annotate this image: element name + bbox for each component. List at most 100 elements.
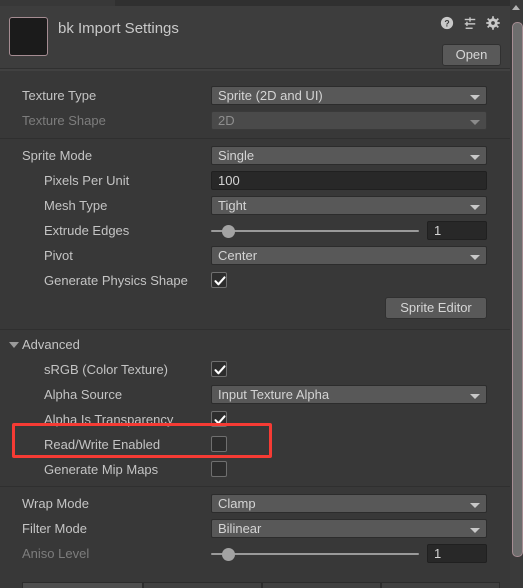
texture-preview-thumbnail[interactable] — [9, 17, 48, 56]
gear-icon[interactable] — [486, 16, 500, 30]
dropdown-mesh-type-value: Tight — [218, 198, 247, 213]
label-texture-shape: Texture Shape — [22, 113, 106, 128]
scroll-up-arrow-icon[interactable] — [512, 5, 520, 10]
row-filter-mode: Filter Mode Bilinear — [0, 518, 510, 540]
row-mesh-type: Mesh Type Tight — [0, 195, 510, 217]
label-mesh-type: Mesh Type — [44, 198, 108, 213]
row-alpha-source: Alpha Source Input Texture Alpha — [0, 384, 510, 406]
vertical-scrollbar[interactable] — [510, 0, 523, 588]
dropdown-mesh-type[interactable]: Tight — [211, 196, 487, 215]
input-extrude-edges-value[interactable]: 1 — [427, 221, 487, 240]
checkmark-icon — [214, 415, 226, 425]
dropdown-sprite-mode[interactable]: Single — [211, 146, 487, 165]
extrude-edges-value-text: 1 — [434, 223, 442, 238]
slider-track[interactable] — [211, 553, 419, 555]
row-advanced-header[interactable]: Advanced — [0, 334, 510, 356]
settings-body: Texture Type Sprite (2D and UI) Texture … — [0, 71, 510, 588]
row-aniso-level: Aniso Level 1 — [0, 543, 510, 565]
label-pivot: Pivot — [44, 248, 73, 263]
checkbox-generate-physics-shape[interactable] — [211, 272, 227, 288]
row-texture-type: Texture Type Sprite (2D and UI) — [0, 85, 510, 107]
aniso-level-value-text: 1 — [434, 546, 442, 561]
dropdown-sprite-mode-value: Single — [218, 148, 255, 163]
label-alpha-is-transparency: Alpha Is Transparency — [44, 412, 174, 427]
slider-track[interactable] — [211, 230, 419, 232]
platform-tab-2[interactable] — [143, 582, 262, 588]
label-generate-mip-maps: Generate Mip Maps — [44, 462, 159, 477]
dropdown-alpha-source[interactable]: Input Texture Alpha — [211, 385, 487, 404]
label-aniso-level: Aniso Level — [22, 546, 90, 561]
label-generate-physics-shape: Generate Physics Shape — [44, 273, 188, 288]
svg-text:?: ? — [444, 19, 449, 29]
dropdown-filter-mode-value: Bilinear — [218, 521, 262, 536]
platform-tab-default[interactable] — [22, 582, 143, 588]
preset-icon[interactable] — [463, 16, 477, 30]
row-sprite-editor: Sprite Editor — [0, 297, 510, 319]
dropdown-wrap-mode[interactable]: Clamp — [211, 494, 487, 513]
dropdown-texture-type[interactable]: Sprite (2D and UI) — [211, 86, 487, 105]
open-button[interactable]: Open — [442, 44, 501, 66]
row-generate-mip-maps: Generate Mip Maps — [0, 459, 510, 481]
label-pixels-per-unit: Pixels Per Unit — [44, 173, 130, 188]
dropdown-texture-shape-value: 2D — [218, 113, 235, 128]
row-wrap-mode: Wrap Mode Clamp — [0, 493, 510, 515]
label-texture-type: Texture Type — [22, 88, 97, 103]
slider-extrude-edges[interactable]: 1 — [211, 221, 487, 240]
page-title: bk Import Settings — [58, 20, 179, 37]
row-pivot: Pivot Center — [0, 245, 510, 267]
label-srgb: sRGB (Color Texture) — [44, 362, 169, 377]
dropdown-pivot[interactable]: Center — [211, 246, 487, 265]
checkbox-alpha-is-transparency[interactable] — [211, 411, 227, 427]
dropdown-alpha-source-value: Input Texture Alpha — [218, 387, 330, 402]
label-filter-mode: Filter Mode — [22, 521, 88, 536]
platform-tab-4[interactable] — [381, 582, 500, 588]
help-icon[interactable]: ? — [440, 16, 454, 30]
inspector-header: bk Import Settings ? Open — [0, 6, 510, 68]
slider-aniso-level[interactable]: 1 — [211, 544, 487, 563]
input-pixels-per-unit[interactable]: 100 — [211, 171, 487, 190]
chevron-down-icon — [470, 95, 480, 100]
chevron-down-icon — [470, 205, 480, 210]
row-alpha-is-transparency: Alpha Is Transparency — [0, 409, 510, 431]
sprite-editor-button[interactable]: Sprite Editor — [385, 297, 487, 319]
slider-handle[interactable] — [222, 225, 235, 238]
chevron-down-icon — [470, 528, 480, 533]
section-divider-2 — [0, 329, 510, 330]
input-pixels-per-unit-value: 100 — [218, 173, 240, 188]
dropdown-texture-type-value: Sprite (2D and UI) — [218, 88, 323, 103]
inspector-window: bk Import Settings ? Open Texture Type S… — [0, 0, 523, 588]
section-divider-3 — [0, 486, 510, 487]
row-pixels-per-unit: Pixels Per Unit 100 — [0, 170, 510, 192]
label-read-write-enabled: Read/Write Enabled — [44, 437, 161, 452]
chevron-down-icon — [470, 120, 480, 125]
checkbox-srgb[interactable] — [211, 361, 227, 377]
label-advanced: Advanced — [22, 337, 80, 352]
dropdown-wrap-mode-value: Clamp — [218, 496, 256, 511]
checkmark-icon — [214, 276, 226, 286]
label-sprite-mode: Sprite Mode — [22, 148, 93, 163]
chevron-down-icon — [470, 394, 480, 399]
chevron-down-icon — [470, 155, 480, 160]
row-srgb: sRGB (Color Texture) — [0, 359, 510, 381]
platform-tab-bar — [0, 582, 510, 588]
scrollbar-thumb[interactable] — [512, 22, 523, 557]
platform-tab-3[interactable] — [262, 582, 381, 588]
row-extrude-edges: Extrude Edges 1 — [0, 220, 510, 242]
checkbox-generate-mip-maps[interactable] — [211, 461, 227, 477]
row-generate-physics-shape: Generate Physics Shape — [0, 270, 510, 292]
chevron-down-icon — [470, 255, 480, 260]
row-texture-shape: Texture Shape 2D — [0, 110, 510, 132]
dropdown-pivot-value: Center — [218, 248, 258, 263]
label-alpha-source: Alpha Source — [44, 387, 123, 402]
row-sprite-mode: Sprite Mode Single — [0, 145, 510, 167]
row-read-write-enabled: Read/Write Enabled — [0, 434, 510, 456]
chevron-down-icon — [470, 503, 480, 508]
checkmark-icon — [214, 365, 226, 375]
input-aniso-level-value[interactable]: 1 — [427, 544, 487, 563]
dropdown-filter-mode[interactable]: Bilinear — [211, 519, 487, 538]
foldout-arrow-icon[interactable] — [9, 342, 19, 348]
slider-handle[interactable] — [222, 548, 235, 561]
checkbox-read-write-enabled[interactable] — [211, 436, 227, 452]
dropdown-texture-shape: 2D — [211, 111, 487, 130]
label-wrap-mode: Wrap Mode — [22, 496, 89, 511]
